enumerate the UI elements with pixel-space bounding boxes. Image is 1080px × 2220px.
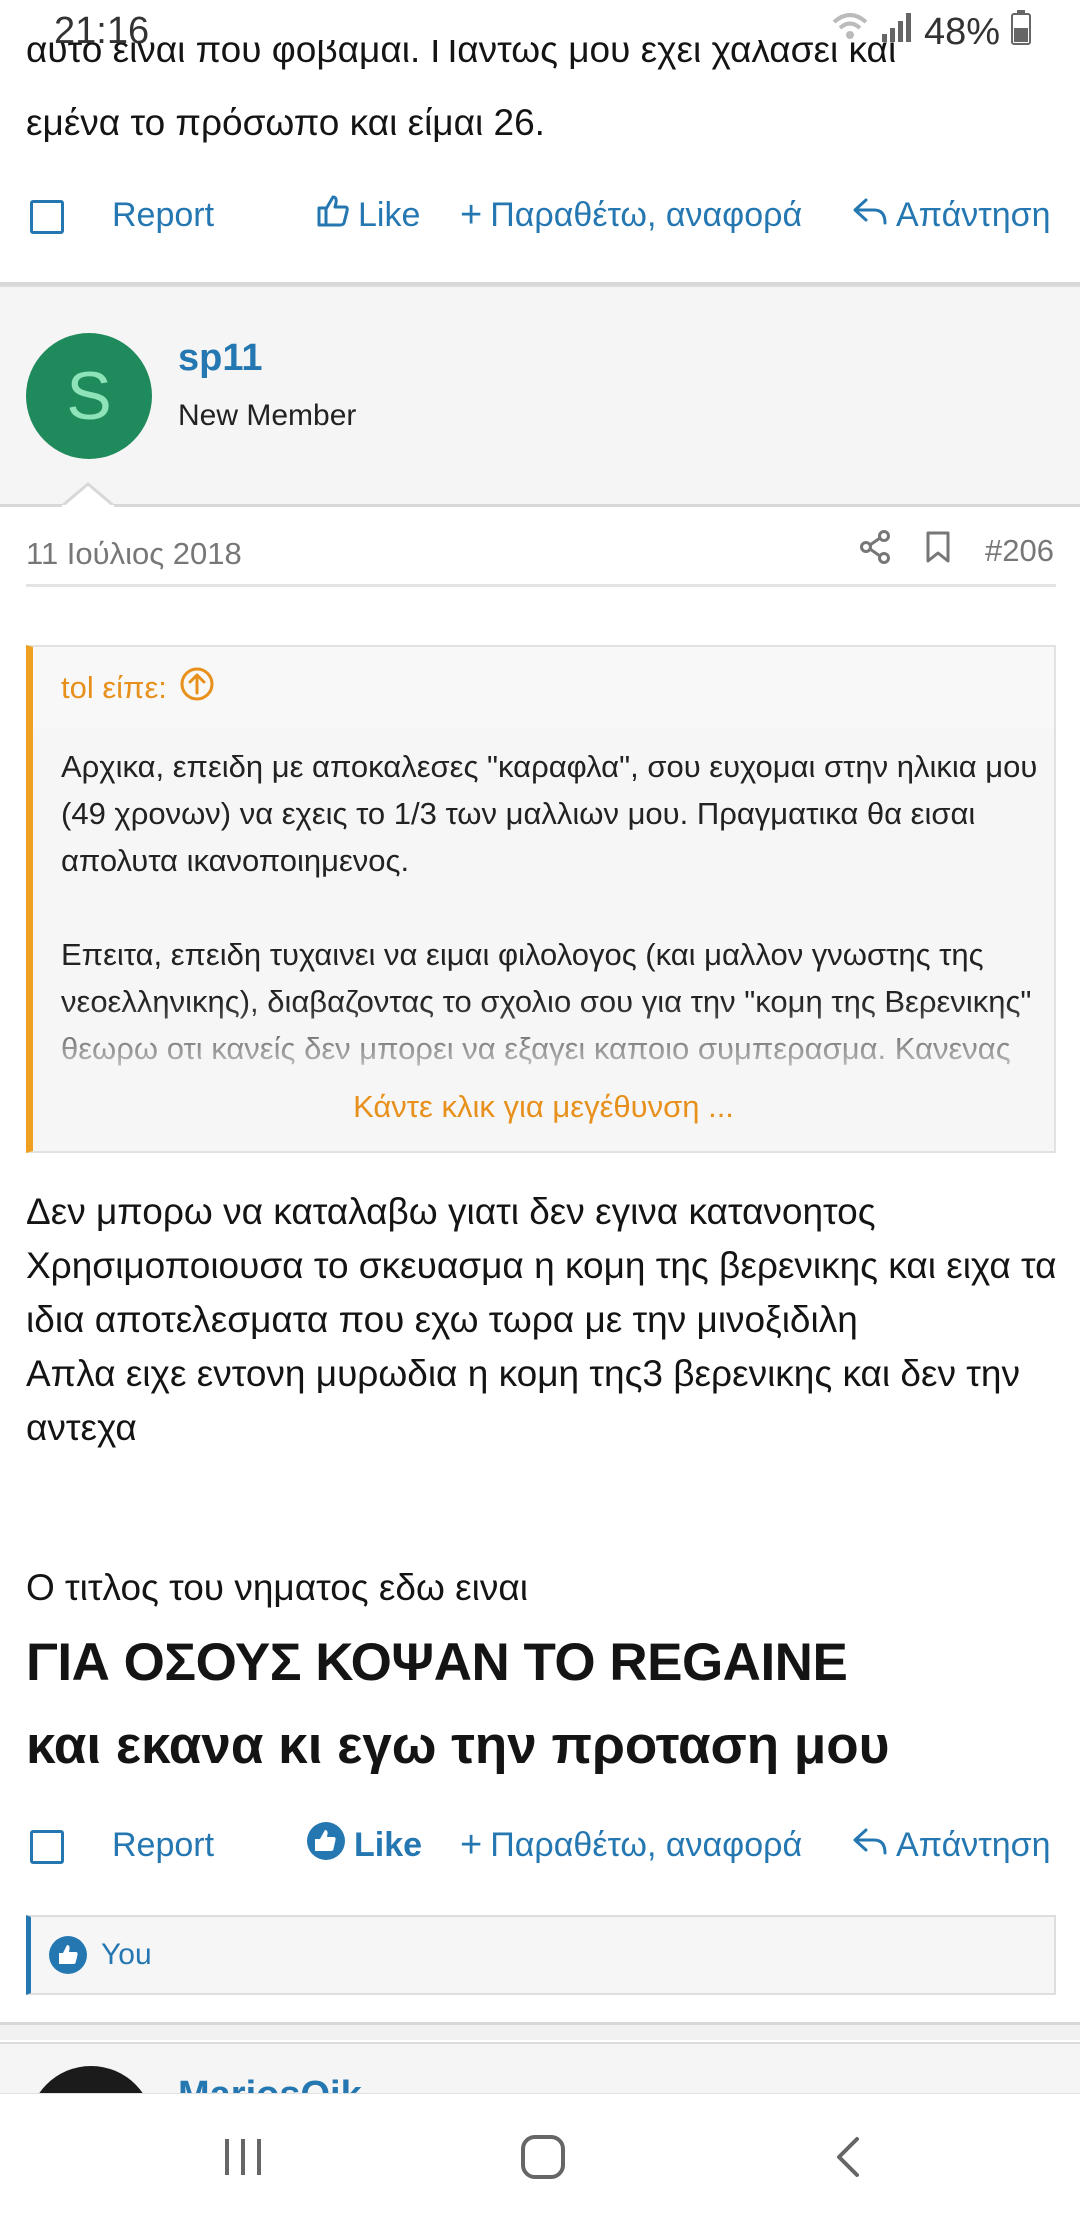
share-icon[interactable] [859, 530, 891, 572]
like-button[interactable]: Like [306, 1821, 422, 1870]
like-badge-icon [49, 1936, 87, 1974]
title-intro: Ο τιτλος του νηματος εδω ειναι [26, 1567, 528, 1608]
back-icon[interactable] [803, 2124, 893, 2190]
post-meta-actions: #206 [859, 530, 1054, 572]
report-link[interactable]: Report [112, 1826, 214, 1865]
quote-button[interactable]: + Παραθέτω, αναφορά [460, 194, 802, 237]
previous-post-actions: Report Like + Παραθέτω, αναφορά Απάντηση [0, 175, 1080, 255]
user-title: New Member [178, 399, 357, 432]
username-link[interactable]: sp11 [178, 337, 263, 380]
battery-percent: 48% [923, 10, 1000, 53]
quote-button[interactable]: + Παραθέτω, αναφορά [460, 1824, 802, 1867]
status-time: 21:16 [54, 10, 150, 52]
select-checkbox[interactable] [30, 1830, 64, 1864]
likes-by[interactable]: You [101, 1938, 152, 1972]
thumbs-up-filled-icon [306, 1821, 346, 1870]
post-actions: Report Like + Παραθέτω, αναφορά Απάντηση [0, 1805, 1080, 1885]
thread-title-quote: ΓΙΑ ΟΣΟΥΣ ΚΟΨΑΝ ΤΟ REGAINE [26, 1633, 848, 1692]
status-bar: 21:16 48% [0, 0, 1080, 64]
status-icons: 48% [830, 10, 1032, 54]
post-line-2: Χρησιμοποιουσα το σκευασμα η κομη της βε… [26, 1245, 1057, 1340]
meta-divider [26, 584, 1056, 587]
post-number[interactable]: #206 [985, 533, 1054, 569]
quote-author[interactable]: tol είπε: [61, 670, 167, 706]
battery-icon [1010, 9, 1032, 55]
avatar[interactable]: S [26, 333, 152, 459]
wifi-icon [830, 10, 870, 54]
quote-block: tol είπε: Αρχικα, επειδη με αποκαλεσες "… [26, 645, 1056, 1153]
header-pointer [62, 482, 114, 508]
plus-icon: + [460, 193, 483, 236]
reply-button[interactable]: Απάντηση [852, 196, 1051, 235]
bookmark-icon[interactable] [925, 530, 951, 572]
post-line-1: Δεν μπορω να καταλαβω γιατι δεν εγινα κα… [26, 1191, 876, 1232]
likes-bar[interactable]: You [26, 1915, 1056, 1995]
signal-icon [880, 10, 914, 54]
plus-icon: + [460, 1823, 483, 1866]
reply-button[interactable]: Απάντηση [852, 1826, 1051, 1865]
thumbs-up-icon [316, 194, 350, 237]
arrow-up-circle-icon[interactable] [179, 666, 215, 710]
post-separator-2 [0, 2022, 1080, 2040]
navigation-bar [0, 2093, 1080, 2220]
post-user-header: S sp11 New Member [0, 285, 1080, 508]
recent-apps-icon[interactable] [198, 2124, 288, 2190]
previous-post-line-2: εμένα το πρόσωπο και είμαι 26. [26, 102, 545, 143]
select-checkbox[interactable] [30, 200, 64, 234]
closing-line: και εκανα κι εγω την προταση μου [26, 1716, 890, 1775]
post-date[interactable]: 11 Ιούλιος 2018 [26, 536, 242, 572]
report-link[interactable]: Report [112, 196, 214, 235]
quote-fade [33, 1001, 1054, 1151]
like-button[interactable]: Like [316, 194, 420, 237]
post-line-3: Απλα ειχε εντονη μυρωδια η κομη της3 βερ… [26, 1353, 1020, 1448]
quote-header[interactable]: tol είπε: [33, 647, 1054, 729]
quote-paragraph-1: Αρχικα, επειδη με αποκαλεσες "καραφλα", … [61, 749, 1038, 878]
reply-icon [852, 196, 888, 235]
reply-icon [852, 1826, 888, 1865]
header-divider [0, 504, 1080, 507]
expand-quote-link[interactable]: Κάντε κλικ για μεγέθυνση ... [33, 1089, 1054, 1125]
home-icon[interactable] [498, 2124, 588, 2190]
post-body: Δεν μπορω να καταλαβω γιατι δεν εγινα κα… [26, 1185, 1061, 1455]
